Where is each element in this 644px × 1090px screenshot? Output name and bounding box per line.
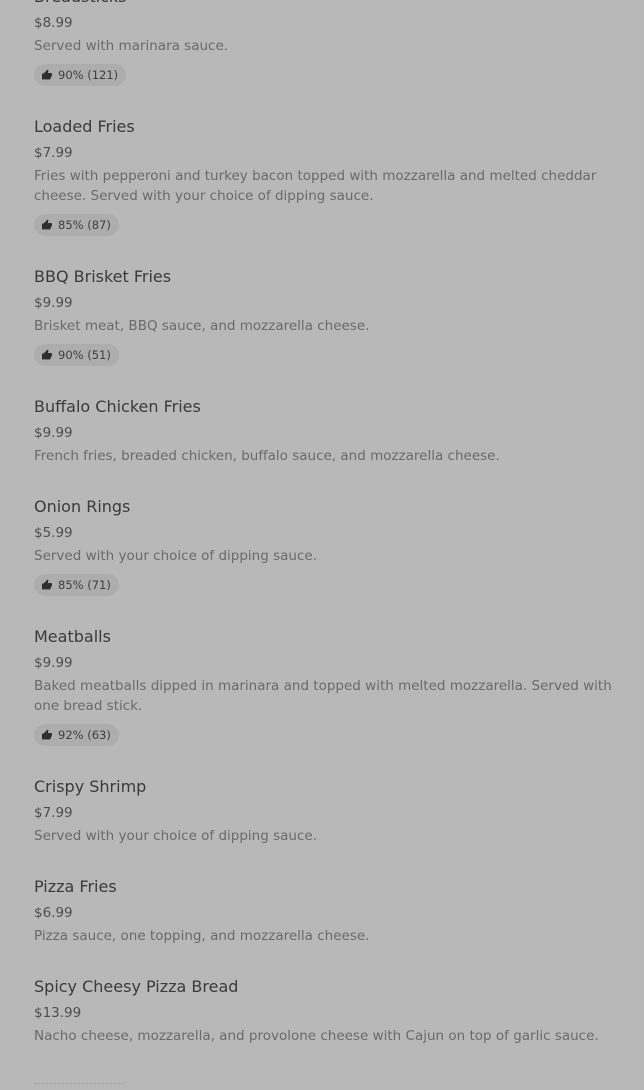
item-price: $7.99 (34, 805, 73, 821)
menu-item-pizza-fries[interactable]: Pizza Fries $6.99 Pizza sauce, one toppi… (34, 876, 624, 946)
item-description: Served with marinara sauce. (34, 38, 229, 54)
item-description: French fries, breaded chicken, buffalo s… (34, 448, 500, 464)
item-description: Fries with pepperoni and turkey bacon to… (34, 168, 597, 204)
item-name: BBQ Brisket Fries (34, 267, 172, 286)
menu-item-onion-rings[interactable]: Onion Rings $5.99 Served with your choic… (34, 496, 624, 596)
item-description: Pizza sauce, one topping, and mozzarella… (34, 928, 370, 944)
menu-item-buffalo-chicken-fries[interactable]: Buffalo Chicken Fries $9.99 French fries… (34, 396, 624, 466)
item-description: Brisket meat, BBQ sauce, and mozzarella … (34, 318, 370, 334)
rating-text: 90% (121) (58, 68, 119, 82)
item-price: $9.99 (34, 295, 73, 311)
item-name: Loaded Fries (34, 117, 135, 136)
item-price: $8.99 (34, 15, 73, 31)
rating-badge: 90% (121) (34, 64, 127, 86)
item-price: $9.99 (34, 655, 73, 671)
item-price: $9.99 (34, 425, 73, 441)
item-price: $7.99 (34, 145, 73, 161)
menu-item-spicy-cheesy-pizza-bread[interactable]: Spicy Cheesy Pizza Bread $13.99 Nacho ch… (34, 976, 624, 1046)
rating-badge: 85% (71) (34, 574, 119, 596)
item-name: Crispy Shrimp (34, 777, 147, 796)
item-price: $6.99 (34, 905, 73, 921)
rating-text: 90% (51) (58, 348, 111, 362)
item-description: Baked meatballs dipped in marinara and t… (34, 678, 612, 714)
menu-item-breadsticks[interactable]: Breadsticks $8.99 Served with marinara s… (34, 0, 624, 86)
rating-text: 85% (71) (58, 578, 111, 592)
menu-item-meatballs[interactable]: Meatballs $9.99 Baked meatballs dipped i… (34, 626, 624, 746)
thumbs-up-icon (42, 729, 52, 740)
thumbs-up-icon (42, 69, 52, 80)
menu-item-crispy-shrimp[interactable]: Crispy Shrimp $7.99 Served with your cho… (34, 776, 624, 846)
menu-list: Breadsticks $8.99 Served with marinara s… (34, 0, 624, 1046)
item-name: Meatballs (34, 627, 111, 646)
item-description: Served with your choice of dipping sauce… (34, 548, 317, 564)
item-name: Buffalo Chicken Fries (34, 397, 201, 416)
rating-badge: 92% (63) (34, 724, 119, 746)
thumbs-up-icon (42, 579, 52, 590)
thumbs-up-icon (42, 219, 52, 230)
rating-badge: 85% (87) (34, 214, 119, 236)
item-price: $13.99 (34, 1005, 82, 1021)
next-item-cutoff (34, 1083, 124, 1088)
menu-item-bbq-brisket-fries[interactable]: BBQ Brisket Fries $9.99 Brisket meat, BB… (34, 266, 624, 366)
rating-badge: 90% (51) (34, 344, 119, 366)
item-name: Onion Rings (34, 497, 131, 516)
item-name: Pizza Fries (34, 877, 117, 896)
item-description: Served with your choice of dipping sauce… (34, 828, 317, 844)
rating-text: 85% (87) (58, 218, 111, 232)
thumbs-up-icon (42, 349, 52, 360)
item-name: Breadsticks (34, 0, 624, 8)
menu-item-loaded-fries[interactable]: Loaded Fries $7.99 Fries with pepperoni … (34, 116, 624, 236)
item-name: Spicy Cheesy Pizza Bread (34, 977, 239, 996)
rating-text: 92% (63) (58, 728, 111, 742)
item-description: Nacho cheese, mozzarella, and provolone … (34, 1028, 599, 1044)
item-price: $5.99 (34, 525, 73, 541)
